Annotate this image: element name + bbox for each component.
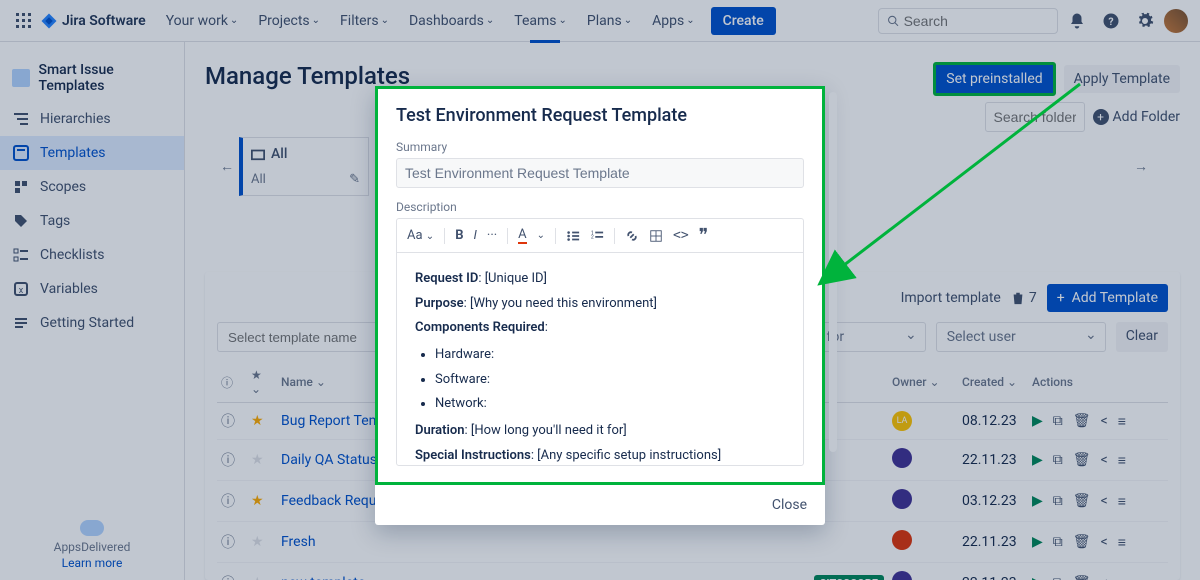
table-button[interactable] [649, 229, 663, 243]
italic-button[interactable]: I [473, 228, 476, 243]
summary-input[interactable] [396, 158, 804, 188]
text-color-button[interactable]: A [518, 227, 526, 244]
close-button[interactable]: Close [772, 497, 807, 513]
description-content[interactable]: Request ID: [Unique ID] Purpose: [Why yo… [397, 253, 803, 465]
modal-title: Test Environment Request Template [396, 105, 804, 126]
text-style-dropdown[interactable]: Aa ⌄ [407, 228, 434, 243]
component-item: Network: [435, 392, 785, 417]
bullet-list-button[interactable] [566, 229, 580, 243]
bold-button[interactable]: B [455, 228, 463, 243]
editor-toolbar: Aa ⌄ B I ··· A⌄ 12 <> ❞ [397, 219, 803, 253]
component-item: Hardware: [435, 343, 785, 368]
modal-scrollbar[interactable] [829, 92, 837, 452]
link-button[interactable] [625, 229, 639, 243]
component-item: Software: [435, 368, 785, 393]
description-label: Description [396, 200, 804, 214]
more-formatting-button[interactable]: ··· [487, 228, 497, 243]
template-modal: Test Environment Request Template Summar… [375, 86, 825, 525]
quote-button[interactable]: ❞ [699, 225, 709, 246]
svg-text:2: 2 [591, 234, 594, 240]
numbered-list-button[interactable]: 12 [590, 229, 604, 243]
code-button[interactable]: <> [673, 228, 689, 243]
summary-label: Summary [396, 140, 804, 154]
description-editor: Aa ⌄ B I ··· A⌄ 12 <> ❞ Request ID: [Uni… [396, 218, 804, 466]
